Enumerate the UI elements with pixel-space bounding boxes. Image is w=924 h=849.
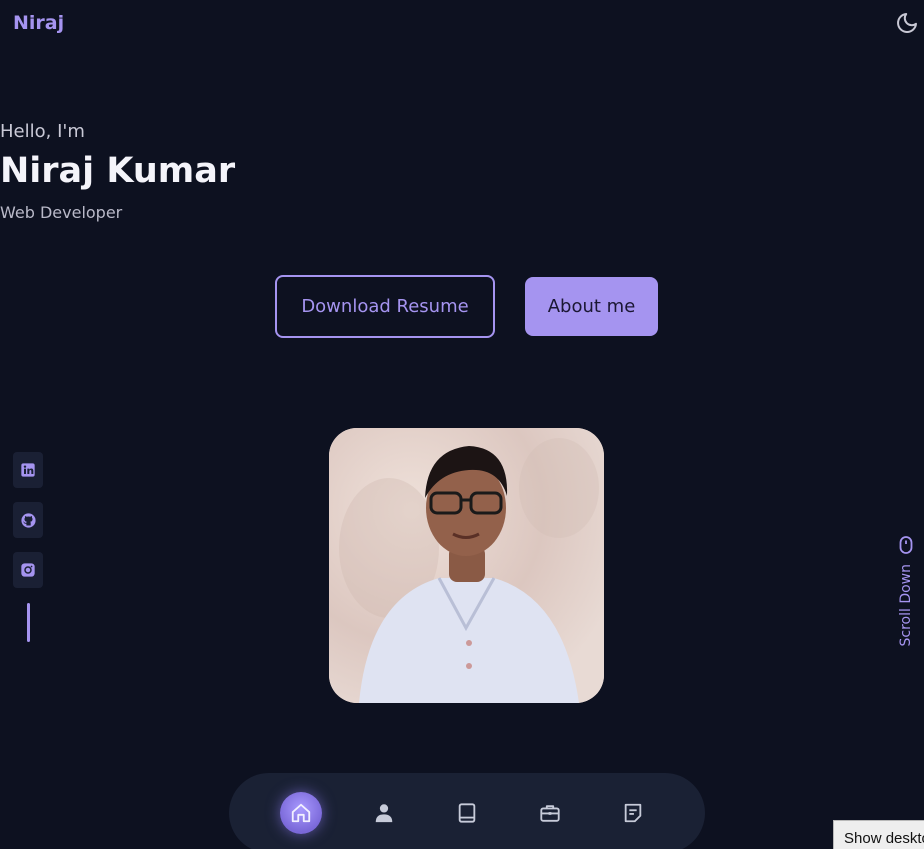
nav-skills[interactable] — [446, 792, 488, 834]
show-desktop-tooltip: Show desktop — [833, 820, 924, 849]
logo[interactable]: Niraj — [13, 12, 64, 34]
nav-about[interactable] — [363, 792, 405, 834]
github-link[interactable] — [13, 502, 43, 538]
profile-photo — [329, 428, 604, 703]
home-icon — [291, 803, 311, 823]
instagram-icon — [21, 563, 35, 577]
download-resume-button[interactable]: Download Resume — [275, 275, 495, 338]
linkedin-icon — [21, 463, 35, 477]
nav-work[interactable] — [529, 792, 571, 834]
briefcase-icon — [540, 805, 560, 822]
hero-role: Web Developer — [0, 203, 123, 222]
about-me-button[interactable]: About me — [525, 277, 658, 336]
bottom-navigation — [229, 773, 705, 849]
github-icon — [20, 512, 36, 528]
hero-greeting: Hello, I'm — [0, 121, 85, 142]
social-links — [13, 452, 43, 602]
nav-home[interactable] — [280, 792, 322, 834]
social-divider-line — [27, 603, 30, 642]
instagram-link[interactable] — [13, 552, 43, 588]
user-icon — [375, 804, 393, 823]
moon-icon — [897, 13, 917, 33]
scroll-down-link[interactable]: Scroll Down — [896, 536, 916, 656]
portfolio-page: Niraj Hello, I'm Niraj Kumar Web Develop… — [0, 0, 924, 849]
book-icon — [458, 803, 476, 823]
person-photo-illustration — [329, 428, 604, 703]
scroll-down-label: Scroll Down — [898, 564, 914, 647]
theme-toggle-button[interactable] — [894, 10, 920, 36]
nav-contact[interactable] — [612, 792, 654, 834]
message-icon — [624, 803, 642, 823]
linkedin-link[interactable] — [13, 452, 43, 488]
hero-name: Niraj Kumar — [0, 151, 236, 191]
mouse-icon — [899, 536, 913, 554]
